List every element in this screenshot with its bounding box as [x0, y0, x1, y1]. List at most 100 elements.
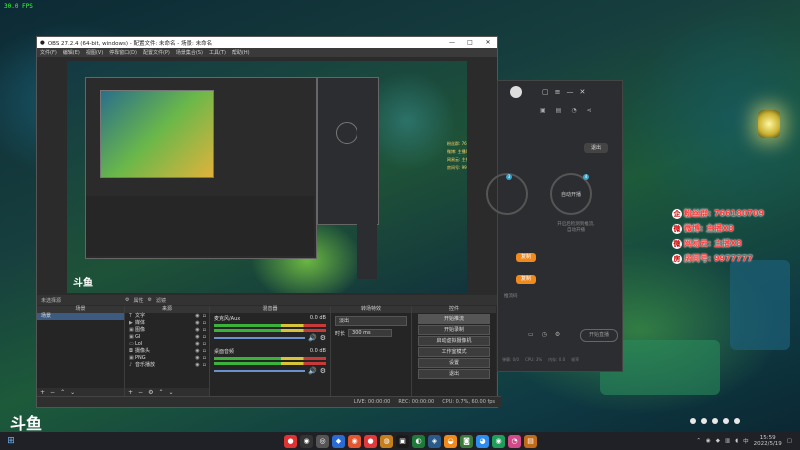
- carousel-dot[interactable]: [701, 418, 707, 424]
- source-item[interactable]: ◘ 摄像头 ◉ ▫: [125, 348, 209, 355]
- copy-button[interactable]: 复制: [516, 275, 536, 284]
- carousel-dot[interactable]: [690, 418, 696, 424]
- source-item[interactable]: ▣ 图像 ◉ ▫: [125, 327, 209, 334]
- share-icon[interactable]: ⋖: [587, 107, 592, 114]
- volume-icon[interactable]: ◖: [735, 438, 738, 444]
- start-live-button[interactable]: 开始直播: [580, 329, 618, 342]
- obs-app-icon[interactable]: ◎: [316, 434, 329, 448]
- gear-icon[interactable]: ⚙: [125, 297, 129, 303]
- menu-icon[interactable]: ≡: [555, 88, 561, 96]
- lock-icon[interactable]: ▫: [203, 355, 206, 362]
- menu-docks[interactable]: 停靠窗口(D): [109, 49, 137, 56]
- clock-icon[interactable]: ◷: [542, 331, 547, 338]
- app-icon[interactable]: ◔: [508, 434, 521, 448]
- close-icon[interactable]: ✕: [580, 88, 586, 96]
- eye-icon[interactable]: ◉: [195, 341, 199, 348]
- app-icon[interactable]: ◆: [332, 434, 345, 448]
- volume-slider[interactable]: [214, 370, 305, 372]
- windows-start-icon[interactable]: ⊞: [0, 436, 22, 446]
- gear-icon[interactable]: ⚙: [555, 331, 560, 338]
- eye-icon[interactable]: ◉: [195, 362, 199, 369]
- bell-icon[interactable]: ◔: [571, 107, 576, 114]
- move-up-icon[interactable]: ⌃: [60, 389, 65, 396]
- move-down-icon[interactable]: ⌄: [168, 389, 173, 396]
- minimize-icon[interactable]: —: [567, 88, 574, 96]
- stream-key-link[interactable]: 推流码: [504, 293, 518, 299]
- add-icon[interactable]: +: [40, 389, 45, 396]
- eye-icon[interactable]: ◉: [195, 334, 199, 341]
- app-icon[interactable]: ◉: [492, 434, 505, 448]
- volume-slider[interactable]: [214, 337, 305, 339]
- source-item[interactable]: ▶ 媒体 ◉ ▫: [125, 320, 209, 327]
- app-icon[interactable]: ◙: [460, 434, 473, 448]
- settings-button[interactable]: 设置: [418, 358, 490, 368]
- app-icon[interactable]: ◍: [380, 434, 393, 448]
- menu-profile[interactable]: 配置文件(P): [143, 49, 170, 56]
- tray-app-icon[interactable]: ◉: [706, 438, 711, 444]
- app-icon[interactable]: ▣: [396, 434, 409, 448]
- app-icon[interactable]: ●: [284, 434, 297, 448]
- source-item[interactable]: ▣ GI ◉ ▫: [125, 334, 209, 341]
- mail-icon[interactable]: ▢: [542, 88, 549, 96]
- move-up-icon[interactable]: ⌃: [158, 389, 163, 396]
- lock-icon[interactable]: ▫: [203, 334, 206, 341]
- carousel-dot[interactable]: [712, 418, 718, 424]
- obs-preview[interactable]: 粉丝群: 766180709 微博: 主播X8 网易云: 主播X8 房间号: 9…: [67, 61, 467, 293]
- panel-exit-button[interactable]: 退出: [584, 143, 608, 153]
- remove-icon[interactable]: −: [50, 389, 55, 396]
- duration-input[interactable]: 300 ms: [348, 329, 393, 337]
- input-method-icon[interactable]: 中: [743, 437, 749, 445]
- add-icon[interactable]: +: [128, 389, 133, 396]
- lock-icon[interactable]: ▫: [203, 327, 206, 334]
- gear-icon[interactable]: ⚙: [148, 389, 153, 396]
- eye-icon[interactable]: ◉: [195, 313, 199, 320]
- clock[interactable]: 15:59 2022/5/19: [754, 435, 782, 447]
- source-item[interactable]: T 文字 ◉ ▫: [125, 313, 209, 320]
- lock-icon[interactable]: ▫: [203, 320, 206, 327]
- menu-edit[interactable]: 编辑(E): [63, 49, 80, 56]
- app-icon[interactable]: ◒: [444, 434, 457, 448]
- studio-mode-button[interactable]: 工作室模式: [418, 347, 490, 357]
- speaker-icon[interactable]: 🔊: [308, 334, 317, 342]
- start-virtual-camera-button[interactable]: 启动虚拟摄像机: [418, 336, 490, 346]
- app-icon[interactable]: ◈: [428, 434, 441, 448]
- camera-icon[interactable]: ▭: [528, 331, 534, 338]
- gear-icon[interactable]: ⚙: [320, 367, 326, 375]
- app-icon[interactable]: ◐: [412, 434, 425, 448]
- eye-icon[interactable]: ◉: [195, 355, 199, 362]
- app-icon[interactable]: ●: [364, 434, 377, 448]
- filter-icon[interactable]: ⚙: [148, 297, 152, 303]
- transition-select[interactable]: 淡出: [335, 316, 407, 326]
- app-icon[interactable]: ◉: [300, 434, 313, 448]
- lock-icon[interactable]: ▫: [203, 313, 206, 320]
- gear-icon[interactable]: ⚙: [320, 334, 326, 342]
- avatar[interactable]: [510, 86, 522, 98]
- menu-help[interactable]: 帮助(H): [232, 49, 250, 56]
- move-down-icon[interactable]: ⌄: [70, 389, 75, 396]
- carousel-dot[interactable]: [734, 418, 740, 424]
- start-recording-button[interactable]: 开始录制: [418, 325, 490, 335]
- app-icon[interactable]: ◕: [476, 434, 489, 448]
- filters-button[interactable]: 滤镜: [156, 297, 166, 304]
- speaker-icon[interactable]: 🔊: [308, 367, 317, 375]
- menu-view[interactable]: 视图(V): [86, 49, 103, 56]
- source-item[interactable]: ▭ Lol ◉ ▫: [125, 341, 209, 348]
- eye-icon[interactable]: ◉: [195, 327, 199, 334]
- lock-icon[interactable]: ▫: [203, 362, 206, 369]
- carousel-dot[interactable]: [723, 418, 729, 424]
- lock-icon[interactable]: ▫: [203, 341, 206, 348]
- eye-icon[interactable]: ◉: [195, 320, 199, 327]
- properties-button[interactable]: 属性: [134, 297, 144, 304]
- chat-icon[interactable]: ▤: [556, 107, 562, 114]
- app-icon[interactable]: ▤: [524, 434, 537, 448]
- menu-tools[interactable]: 工具(T): [209, 49, 226, 56]
- close-icon[interactable]: ✕: [479, 39, 497, 46]
- notification-icon[interactable]: ▢: [787, 438, 792, 444]
- minimize-icon[interactable]: —: [443, 39, 461, 46]
- eye-icon[interactable]: ◉: [195, 348, 199, 355]
- tray-app-icon[interactable]: ◆: [716, 438, 720, 444]
- remove-icon[interactable]: −: [138, 389, 143, 396]
- start-streaming-button[interactable]: 开始推流: [418, 314, 490, 324]
- app-icon[interactable]: ◉: [348, 434, 361, 448]
- source-item[interactable]: ▣ PNG ◉ ▫: [125, 355, 209, 362]
